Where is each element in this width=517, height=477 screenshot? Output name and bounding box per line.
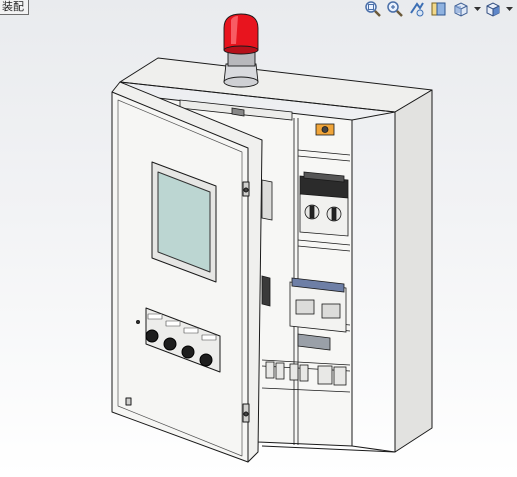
cabinet-door: [111, 81, 263, 463]
graphics-area[interactable]: [0, 0, 517, 477]
cabinet-model: [111, 13, 433, 463]
signal-beacon: [223, 13, 259, 88]
